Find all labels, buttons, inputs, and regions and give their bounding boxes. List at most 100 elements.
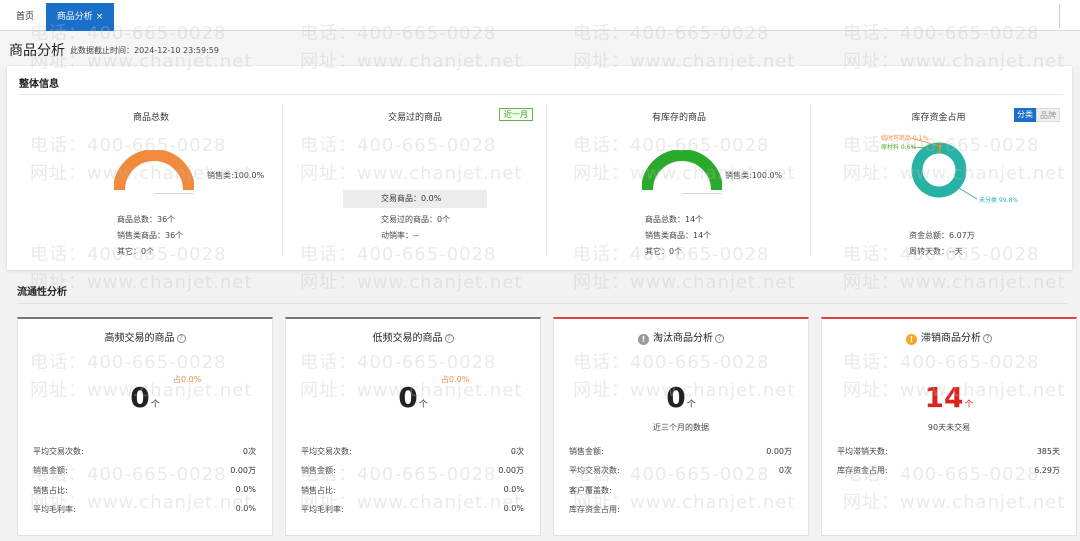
stat-row: 平均毛利率: 0.0% <box>33 504 256 515</box>
inventory-capital-card: 库存资金占用 分类 品牌 临时可商品 0.1% 原材料 0.6% 未分类 99.8%… <box>811 106 1066 262</box>
traded-products-card: 交易过的商品 近一月 交易商品：0.0% 交易过的商品：0个 动销率：-- <box>283 106 547 262</box>
card-title-text: 淘汰商品分析 <box>653 333 713 344</box>
big-count: 0个 <box>18 381 272 414</box>
stat-row: 销售占比: 0.0% <box>301 485 524 496</box>
stat-row: 销售金额: 0.00万 <box>569 446 792 457</box>
group-toggle: 分类 品牌 <box>1014 108 1060 122</box>
tab-home[interactable]: 首页 <box>4 3 46 31</box>
card-title-text: 滞销商品分析 <box>921 333 981 344</box>
stat-label: 销售金额: <box>569 447 604 456</box>
obsolete-products-card[interactable]: ! 淘汰商品分析? 0个 近三个月的数据 销售金额: 0.00万 平均交易次数: 0次… <box>553 317 809 536</box>
stat-value: 0.0% <box>235 504 256 513</box>
stat-label: 客户覆盖数: <box>569 486 612 495</box>
traded-bar: 交易商品：0.0% <box>343 190 487 208</box>
data-cutoff-time: 此数据截止时间：2024-12-10 23:59:59 <box>70 46 219 55</box>
gauge-arc <box>114 150 194 191</box>
total-count: 商品总数：14个 <box>645 215 704 224</box>
stat-value: 0.0% <box>235 485 256 494</box>
count-value: 14 <box>924 381 964 414</box>
stat-label: 销售占比: <box>33 486 68 495</box>
count-value: 0 <box>666 381 686 414</box>
card-title: 高频交易的商品? <box>18 329 272 344</box>
count-value: 0 <box>130 381 150 414</box>
stat-label: 平均交易次数: <box>569 466 620 475</box>
turnover-rate: 动销率：-- <box>381 231 419 240</box>
big-count: 0个 <box>286 381 540 414</box>
stat-row: 客户覆盖数: <box>569 485 792 496</box>
card-title: 商品总数 <box>132 113 169 123</box>
stat-value: 0次 <box>510 447 524 456</box>
close-icon[interactable]: × <box>96 12 104 22</box>
gauge-arc <box>642 150 722 191</box>
stat-row: 库存资金占用: 6.29万 <box>837 465 1060 476</box>
stat-row: 销售占比: 0.0% <box>33 485 256 496</box>
stat-row: 平均滞销天数: 385天 <box>837 446 1060 457</box>
stat-value: 0次 <box>778 466 792 475</box>
slow-moving-card[interactable]: ! 滞销商品分析? 14个 90天未交易 平均滞销天数: 385天 库存资金占用: 6… <box>821 317 1077 536</box>
stat-value: 0.0% <box>503 485 524 494</box>
circulation-title: 流通性分析 <box>17 287 67 298</box>
stocked-gauge <box>642 150 722 194</box>
warning-icon: ! <box>638 334 649 345</box>
watermark-site: 网址：www.chanjet.net <box>300 272 523 293</box>
card-title: ! 淘汰商品分析? <box>554 329 808 345</box>
card-title: ! 滞销商品分析? <box>822 329 1076 345</box>
stat-label: 销售金额: <box>301 466 336 475</box>
low-frequency-card[interactable]: 低频交易的商品? 占0.0% 0个 平均交易次数: 0次 销售金额: 0.00万 销… <box>285 317 541 536</box>
watermark-site: 网址：www.chanjet.net <box>843 272 1066 293</box>
count-unit: 个 <box>418 400 428 410</box>
stat-label: 平均毛利率: <box>33 505 76 514</box>
stat-label: 平均交易次数: <box>33 447 84 456</box>
other-count: 其它：0个 <box>117 247 155 256</box>
total-gauge <box>114 150 194 194</box>
donut-slice-0[interactable] <box>911 142 967 198</box>
stat-label: 平均交易次数: <box>301 447 352 456</box>
card-subtitle: 近三个月的数据 <box>653 423 709 432</box>
help-icon[interactable]: ? <box>176 334 186 343</box>
gauge-label: 销售类:100.0% <box>725 171 783 180</box>
card-title: 有库存的商品 <box>651 113 706 123</box>
big-count: 14个 <box>822 381 1076 414</box>
help-icon[interactable]: ? <box>715 334 724 343</box>
traded-count: 交易过的商品：0个 <box>381 215 451 224</box>
high-frequency-card[interactable]: 高频交易的商品? 占0.0% 0个 平均交易次数: 0次 销售金额: 0.00万 销… <box>17 317 273 536</box>
stat-value: 6.29万 <box>1034 466 1060 475</box>
tab-product-analysis[interactable]: 商品分析 × <box>46 3 114 31</box>
stat-row: 销售金额: 0.00万 <box>33 465 256 476</box>
card-title: 低频交易的商品? <box>286 329 540 344</box>
toggle-brand[interactable]: 品牌 <box>1036 108 1060 122</box>
stat-row: 平均交易次数: 0次 <box>569 465 792 476</box>
overview-title: 整体信息 <box>19 79 59 90</box>
overview-panel: 整体信息 商品总数 销售类:100.0% 商品总数：36个 销售类商品：36个 … <box>7 66 1072 270</box>
gauge-label: 销售类:100.0% <box>207 171 265 180</box>
stat-value: 0.0% <box>503 504 524 513</box>
tab-label: 商品分析 <box>56 12 93 22</box>
divider <box>17 303 1067 304</box>
count-value: 0 <box>398 381 418 414</box>
page-title: 商品分析 <box>9 43 65 59</box>
stocked-products-card: 有库存的商品 销售类:100.0% 商品总数：14个 销售类商品：14个 其它：… <box>547 106 811 262</box>
stat-label: 平均滞销天数: <box>837 447 888 456</box>
divider <box>19 94 1063 95</box>
help-icon[interactable]: ? <box>444 334 454 343</box>
card-title-text: 高频交易的商品 <box>104 333 175 344</box>
other-count: 其它：0个 <box>645 247 683 256</box>
tab-bar: 首页 商品分析 × <box>0 0 1080 31</box>
stat-label: 库存资金占用: <box>569 505 620 514</box>
capital-total: 资金总额：6.07万 <box>909 231 975 240</box>
range-tag[interactable]: 近一月 <box>499 108 533 121</box>
help-icon[interactable]: ? <box>983 334 992 343</box>
stat-label: 库存资金占用: <box>837 466 888 475</box>
capital-donut-chart: 临时可商品 0.1%原材料 0.6% 未分类 99.8% <box>881 134 1018 204</box>
stat-row: 平均交易次数: 0次 <box>33 446 256 457</box>
stat-value: 0.00万 <box>766 447 792 456</box>
sales-count: 销售类商品：14个 <box>645 231 712 240</box>
toggle-category[interactable]: 分类 <box>1014 108 1036 122</box>
sales-count: 销售类商品：36个 <box>117 231 184 240</box>
stat-row: 平均毛利率: 0.0% <box>301 504 524 515</box>
big-count: 0个 <box>554 381 808 414</box>
stat-value: 0.00万 <box>230 466 256 475</box>
donut-leader-line <box>958 187 978 200</box>
stat-label: 平均毛利率: <box>301 505 344 514</box>
count-unit: 个 <box>686 400 696 410</box>
